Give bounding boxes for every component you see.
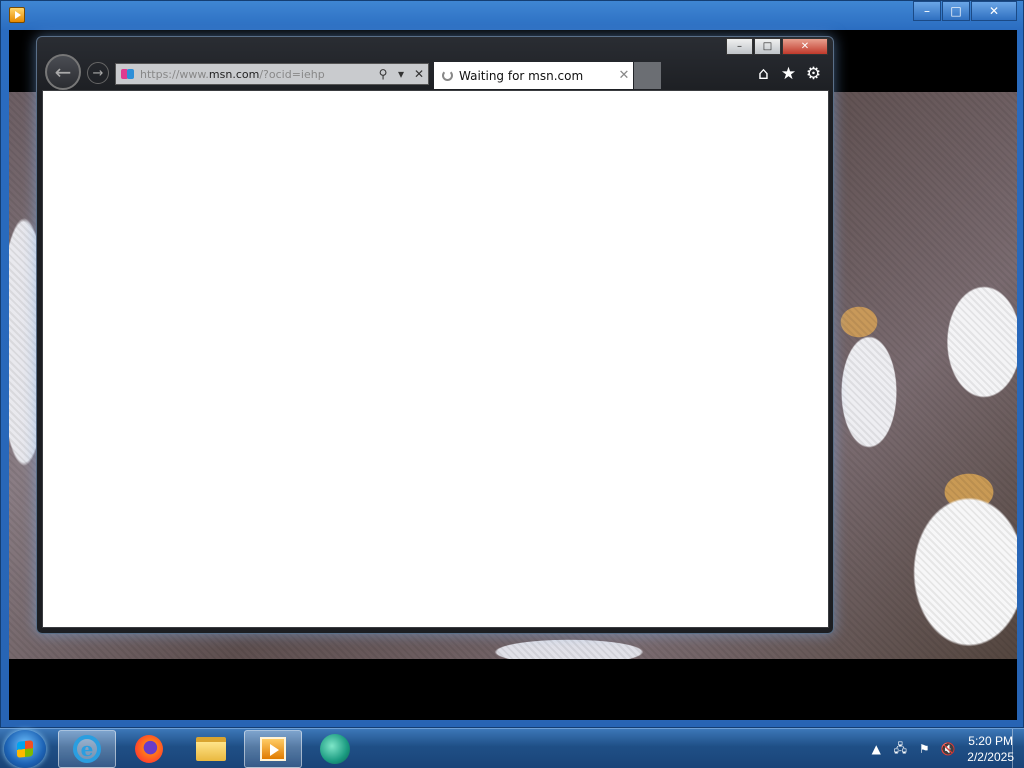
- msn-butterfly-icon: [120, 66, 136, 82]
- back-arrow-icon: ←: [54, 60, 72, 84]
- taskbar-item-internet-explorer[interactable]: e: [58, 730, 116, 768]
- address-bar[interactable]: https://www.msn.com/?ocid=iehp ⚲ ▾ ✕: [115, 63, 429, 85]
- url-prefix: https://www.: [140, 67, 209, 81]
- url-domain: msn.com: [208, 67, 260, 81]
- firefox-icon: [135, 735, 163, 763]
- browser-window: – □ ✕ ← → https://www.msn.com/?ocid=iehp…: [36, 36, 834, 634]
- start-button[interactable]: [4, 730, 46, 768]
- browser-toolbar: ⌂ ★ ⚙: [754, 65, 823, 84]
- stop-icon[interactable]: ✕: [410, 67, 428, 81]
- tab-close-icon[interactable]: ✕: [615, 68, 633, 83]
- taskbar-item-media-player[interactable]: [244, 730, 302, 768]
- browser-maximize-button[interactable]: □: [754, 38, 781, 55]
- new-tab-button[interactable]: [634, 62, 661, 89]
- forward-arrow-icon: →: [92, 65, 104, 81]
- system-tray: ▲ 🖧 ⚑ 🔇 5:20 PM 2/2/2025: [861, 729, 1014, 768]
- tray-overflow-icon[interactable]: ▲: [867, 742, 885, 756]
- show-desktop-button[interactable]: [1012, 729, 1024, 768]
- network-icon[interactable]: 🖧: [891, 739, 909, 760]
- url-text[interactable]: https://www.msn.com/?ocid=iehp: [140, 68, 374, 81]
- app-icon: [320, 734, 350, 764]
- outer-minimize-button[interactable]: –: [913, 1, 941, 21]
- gear-icon[interactable]: ⚙: [804, 65, 823, 84]
- action-center-flag-icon[interactable]: ⚑: [915, 742, 933, 756]
- volume-muted-icon[interactable]: 🔇: [939, 742, 957, 756]
- tab-label: Waiting for msn.com: [459, 68, 584, 83]
- tab-msn[interactable]: Waiting for msn.com ✕: [434, 62, 633, 89]
- taskbar: e ▲ 🖧 ⚑ 🔇 5:20 PM 2/2/2025: [0, 728, 1024, 768]
- browser-close-button[interactable]: ✕: [782, 38, 828, 55]
- taskbar-item-firefox[interactable]: [120, 730, 178, 768]
- search-icon[interactable]: ⚲: [374, 67, 392, 81]
- internet-explorer-icon: e: [73, 735, 101, 763]
- browser-window-controls: – □ ✕: [725, 38, 828, 55]
- taskbar-item-app[interactable]: [306, 730, 364, 768]
- outer-title-bar[interactable]: – □ ✕: [1, 1, 1023, 27]
- star-icon[interactable]: ★: [779, 65, 798, 84]
- outer-close-button[interactable]: ✕: [971, 1, 1017, 21]
- chevron-down-icon[interactable]: ▾: [392, 67, 410, 81]
- outer-maximize-button[interactable]: □: [942, 1, 970, 21]
- outer-window-controls: – □ ✕: [912, 1, 1017, 21]
- forward-button[interactable]: →: [87, 62, 109, 84]
- browser-minimize-button[interactable]: –: [726, 38, 753, 55]
- home-icon[interactable]: ⌂: [754, 65, 773, 84]
- url-suffix: /?ocid=iehp: [259, 67, 325, 81]
- page-content[interactable]: [42, 90, 829, 628]
- clock-time: 5:20 PM: [968, 734, 1013, 748]
- taskbar-item-file-explorer[interactable]: [182, 730, 240, 768]
- folder-icon: [196, 737, 226, 761]
- clock-date: 2/2/2025: [967, 750, 1014, 764]
- media-player-icon[interactable]: [9, 7, 25, 23]
- back-button[interactable]: ←: [45, 54, 81, 90]
- clock[interactable]: 5:20 PM 2/2/2025: [967, 733, 1014, 765]
- media-player-icon: [260, 737, 286, 761]
- loading-spinner-icon: [442, 70, 453, 81]
